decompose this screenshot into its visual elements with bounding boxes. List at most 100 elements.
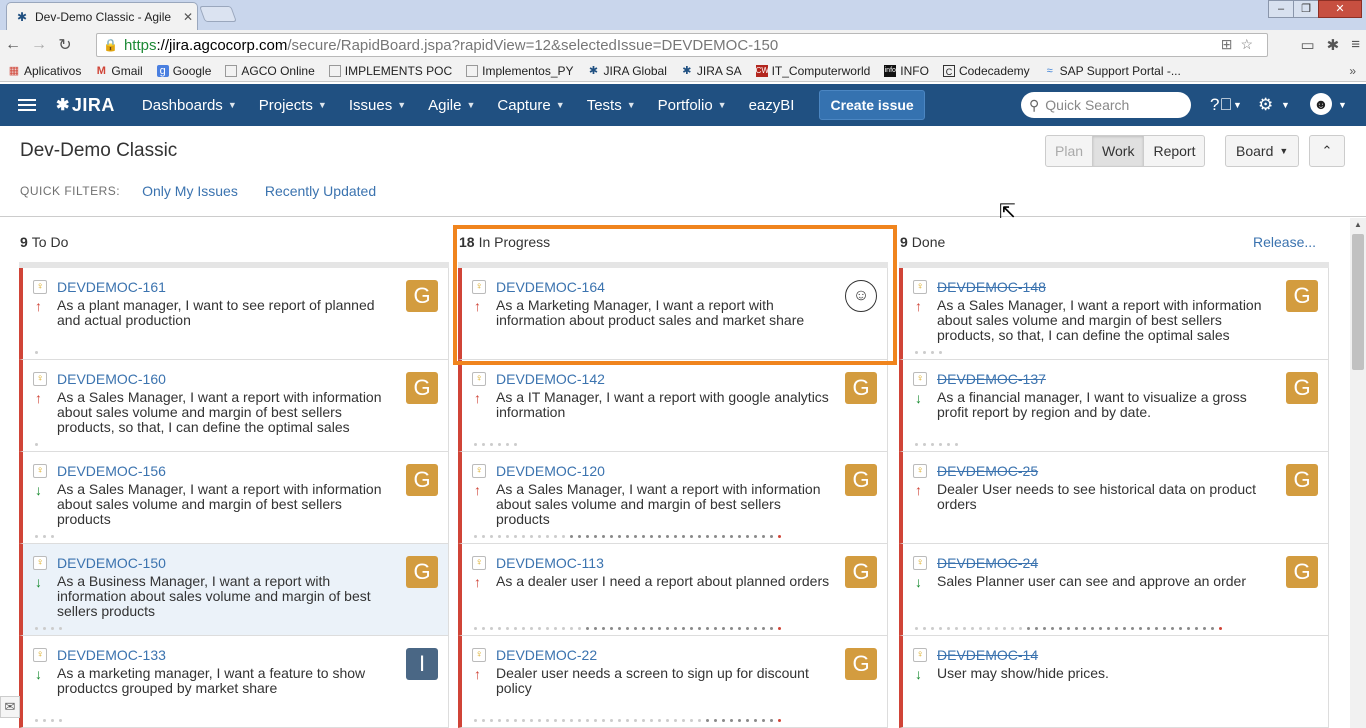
issue-key[interactable]: DEVDEMOC-137 <box>937 371 1046 387</box>
bookmark-it-computerworld[interactable]: CW IT_Computerworld <box>755 64 870 78</box>
nav-capture[interactable]: Capture ▼ <box>486 97 575 114</box>
bookmark-sap-support[interactable]: ≈ SAP Support Portal -... <box>1044 64 1181 78</box>
bookmarks-overflow-icon[interactable]: » <box>1349 64 1356 78</box>
issue-summary: As a dealer user I need a report about p… <box>496 573 830 589</box>
assignee-avatar: ☺ <box>845 280 877 312</box>
issue-key[interactable]: DEVDEMOC-14 <box>937 647 1038 663</box>
issue-key[interactable]: DEVDEMOC-120 <box>496 463 605 479</box>
issue-summary: As a plant manager, I want to see report… <box>57 297 375 328</box>
gear-icon[interactable]: ⚙ <box>1258 95 1273 115</box>
issue-card[interactable]: ♀ DEVDEMOC-22 ↑ Dealer user needs a scre… <box>458 636 888 728</box>
issue-card[interactable]: ♀ DEVDEMOC-120 ↑ As a Sales Manager, I w… <box>458 452 888 544</box>
issue-key[interactable]: DEVDEMOC-113 <box>496 555 604 571</box>
page-icon <box>328 64 341 77</box>
nav-portfolio[interactable]: Portfolio ▼ <box>647 97 738 114</box>
nav-issues[interactable]: Issues ▼ <box>338 97 417 114</box>
issue-key[interactable]: DEVDEMOC-24 <box>937 555 1038 571</box>
issue-card[interactable]: ♀ DEVDEMOC-164 ↑ As a Marketing Manager,… <box>458 268 888 360</box>
address-bar[interactable]: 🔒 https ://jira.agcocorp.com /secure/Rap… <box>96 33 1268 57</box>
back-icon[interactable]: ← <box>0 36 26 54</box>
bookmark-gmail[interactable]: M Gmail <box>95 64 143 78</box>
new-tab-button[interactable] <box>199 6 237 22</box>
mode-work-button[interactable]: Work <box>1092 135 1145 167</box>
release-link[interactable]: Release... <box>1253 234 1316 250</box>
progress-dots <box>35 627 67 631</box>
scrollbar-thumb[interactable] <box>1352 234 1364 370</box>
lock-icon: 🔒 <box>103 38 118 52</box>
filter-recently-updated[interactable]: Recently Updated <box>265 183 376 199</box>
story-type-icon: ♀ <box>913 648 927 662</box>
browser-extensions: ▭ ✱ ≡ <box>1300 36 1360 54</box>
nav-tests[interactable]: Tests ▼ <box>576 97 647 114</box>
reload-icon[interactable]: ↻ <box>52 35 78 55</box>
nav-agile[interactable]: Agile ▼ <box>417 97 486 114</box>
cast-icon[interactable]: ▭ <box>1300 36 1314 54</box>
bookmark-jira-sa[interactable]: ✱ JIRA SA <box>681 64 741 78</box>
help-icon[interactable]: ?⃝ <box>1210 95 1232 115</box>
issue-key[interactable]: DEVDEMOC-148 <box>937 279 1046 295</box>
maximize-icon[interactable]: ❐ <box>1293 0 1319 18</box>
jira-logo[interactable]: ✱ JIRA <box>56 95 115 116</box>
issue-card[interactable]: ♀ DEVDEMOC-156 ↓ As a Sales Manager, I w… <box>19 452 449 544</box>
tab-close-icon[interactable]: ✕ <box>179 10 197 24</box>
browser-tab[interactable]: ✱ Dev-Demo Classic - Agile ✕ <box>6 2 198 30</box>
issue-key[interactable]: DEVDEMOC-25 <box>937 463 1038 479</box>
app-switcher-icon[interactable] <box>18 96 36 114</box>
progress-dots <box>474 443 522 447</box>
chevron-down-icon: ▼ <box>227 99 237 110</box>
mode-report-button[interactable]: Report <box>1143 135 1206 167</box>
issue-key[interactable]: DEVDEMOC-156 <box>57 463 166 479</box>
issue-key[interactable]: DEVDEMOC-133 <box>57 647 166 663</box>
collapse-header-icon[interactable]: ⌃ <box>1309 135 1345 167</box>
issue-card[interactable]: ♀ DEVDEMOC-161 ↑ As a plant manager, I w… <box>19 268 449 360</box>
bookmark-agco-online[interactable]: AGCO Online <box>225 64 315 78</box>
column-inprogress: ♀ DEVDEMOC-164 ↑ As a Marketing Manager,… <box>458 268 888 728</box>
jira-extension-icon[interactable]: ✱ <box>1327 36 1340 54</box>
scroll-up-icon[interactable]: ▲ <box>1350 218 1366 232</box>
bookmark-implementos-py[interactable]: Implementos_PY <box>466 64 574 78</box>
priority-up-icon: ↑ <box>35 390 42 406</box>
issue-card[interactable]: ♀ DEVDEMOC-14 ↓ User may show/hide price… <box>899 636 1329 728</box>
issue-card[interactable]: ♀ DEVDEMOC-148 ↑ As a Sales Manager, I w… <box>899 268 1329 360</box>
priority-up-icon: ↑ <box>915 298 922 314</box>
issue-card[interactable]: ♀ DEVDEMOC-113 ↑ As a dealer user I need… <box>458 544 888 636</box>
issue-key[interactable]: DEVDEMOC-22 <box>496 647 597 663</box>
story-type-icon: ♀ <box>33 464 47 478</box>
nav-dashboards[interactable]: Dashboards ▼ <box>131 97 248 114</box>
issue-key[interactable]: DEVDEMOC-142 <box>496 371 605 387</box>
issue-card-selected[interactable]: ♀ DEVDEMOC-150 ↓ As a Business Manager, … <box>19 544 449 636</box>
board-menu-button[interactable]: Board ▼ <box>1225 135 1300 167</box>
create-issue-button[interactable]: Create issue <box>819 90 925 120</box>
issue-key[interactable]: DEVDEMOC-164 <box>496 279 605 295</box>
filter-only-my-issues[interactable]: Only My Issues <box>142 183 238 199</box>
bookmark-apps[interactable]: ▦ Aplicativos <box>8 64 82 78</box>
user-avatar[interactable]: ☻ <box>1310 93 1332 115</box>
issue-card[interactable]: ♀ DEVDEMOC-133 ↓ As a marketing manager,… <box>19 636 449 728</box>
close-window-icon[interactable]: ✕ <box>1318 0 1362 18</box>
nav-projects[interactable]: Projects ▼ <box>248 97 338 114</box>
story-type-icon: ♀ <box>472 464 486 478</box>
bookmark-google[interactable]: g Google <box>156 64 211 78</box>
mode-plan-button[interactable]: Plan <box>1045 135 1094 167</box>
issue-card[interactable]: ♀ DEVDEMOC-142 ↑ As a IT Manager, I want… <box>458 360 888 452</box>
issue-card[interactable]: ♀ DEVDEMOC-137 ↓ As a financial manager,… <box>899 360 1329 452</box>
issue-key[interactable]: DEVDEMOC-160 <box>57 371 166 387</box>
issue-card[interactable]: ♀ DEVDEMOC-160 ↑ As a Sales Manager, I w… <box>19 360 449 452</box>
bookmark-info[interactable]: info INFO <box>884 64 929 78</box>
mail-feedback-icon[interactable]: ✉ <box>0 696 20 718</box>
issue-card[interactable]: ♀ DEVDEMOC-25 ↑ Dealer User needs to see… <box>899 452 1329 544</box>
bookmark-implements-poc[interactable]: IMPLEMENTS POC <box>328 64 452 78</box>
issue-key[interactable]: DEVDEMOC-150 <box>57 555 166 571</box>
bookmark-codecademy[interactable]: C Codecademy <box>942 64 1030 78</box>
nav-eazybi[interactable]: eazyBI <box>738 97 806 114</box>
menu-icon[interactable]: ≡ <box>1351 36 1360 54</box>
issue-card[interactable]: ♀ DEVDEMOC-24 ↓ Sales Planner user can s… <box>899 544 1329 636</box>
quick-search-input[interactable]: ⚲ Quick Search <box>1021 92 1191 118</box>
forward-icon[interactable]: → <box>26 36 52 54</box>
bookmark-star-icon[interactable]: ⊞☆ <box>1221 36 1261 53</box>
bookmark-jira-global[interactable]: ✱ JIRA Global <box>588 64 667 78</box>
issue-key[interactable]: DEVDEMOC-161 <box>57 279 166 295</box>
issue-summary: Dealer user needs a screen to sign up fo… <box>496 665 809 696</box>
progress-dots <box>35 351 43 355</box>
minimize-icon[interactable]: ‒ <box>1268 0 1294 18</box>
